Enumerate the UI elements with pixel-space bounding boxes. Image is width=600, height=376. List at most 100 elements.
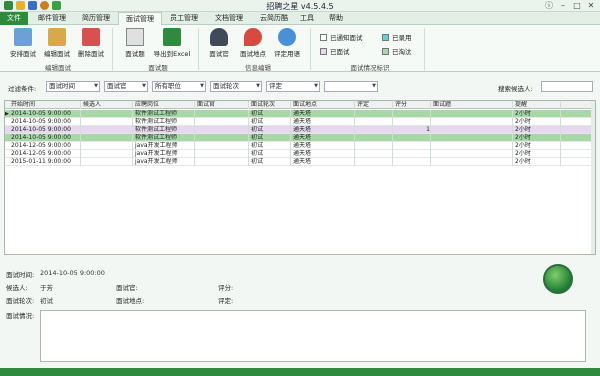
- table-cell: [393, 118, 431, 126]
- table-cell: 2小时: [513, 158, 561, 166]
- filter-rating-select[interactable]: 评定 ▼: [266, 81, 320, 92]
- column-header[interactable]: 面试官: [195, 101, 249, 109]
- filter-time-select[interactable]: 面试时间 ▼: [46, 81, 100, 92]
- filter-extra-select[interactable]: ▼: [324, 81, 378, 92]
- table-cell: 2小时: [513, 134, 561, 142]
- filter-round-select[interactable]: 面试轮次 ▼: [210, 81, 262, 92]
- search-label: 搜索候选人:: [498, 85, 533, 93]
- table-cell: [81, 142, 133, 150]
- group-label-edit: 编辑面试: [45, 64, 71, 72]
- delete-icon: [82, 28, 100, 46]
- tab-help[interactable]: 帮助: [324, 12, 348, 25]
- table-cell: [81, 118, 133, 126]
- column-header[interactable]: 评分: [393, 101, 431, 109]
- title-bar: 招聘之星 v4.5.4.5 ⓘ – □ ✕: [0, 0, 600, 12]
- table-cell: 2小时: [513, 142, 561, 150]
- status-bar: [0, 368, 600, 376]
- table-row[interactable]: 2014-12-05 9:00:00 java开发工程师 初试 通天塔 2小时: [5, 150, 593, 158]
- interviewer-button[interactable]: 面试官: [202, 28, 236, 58]
- table-row[interactable]: 2014-10-05 9:00:00 软件测试工程师 初试 通天塔 2小时: [5, 134, 593, 142]
- legend-swatch: [320, 47, 327, 55]
- column-header[interactable]: 开始时间: [9, 101, 81, 109]
- legend-interviewed: 已面试: [320, 46, 350, 56]
- table-cell: 通天塔: [291, 142, 355, 150]
- table-cell: 通天塔: [291, 110, 355, 118]
- table-row[interactable]: 2015-01-11 9:00:00 java开发工程师 初试 通天塔 2小时: [5, 158, 593, 166]
- legend-hired: 已录用: [382, 32, 412, 42]
- table-scrollbar[interactable]: [591, 101, 595, 254]
- rating-terms-button[interactable]: 评定用语: [270, 28, 304, 58]
- filter-interviewer-select[interactable]: 面试官 ▼: [104, 81, 148, 92]
- notes-textarea[interactable]: [40, 310, 586, 362]
- table-cell: 通天塔: [291, 118, 355, 126]
- table-cell: [355, 118, 393, 126]
- delete-interview-button[interactable]: 删除面试: [74, 28, 108, 58]
- table-cell: [195, 134, 249, 142]
- table-cell: 初试: [249, 150, 291, 158]
- table-cell: [393, 150, 431, 158]
- table-cell: 软件测试工程师: [133, 110, 195, 118]
- tab-mail[interactable]: 邮件管理: [32, 12, 72, 25]
- app-logo: [543, 264, 573, 294]
- table-row[interactable]: 2014-12-05 9:00:00 java开发工程师 初试 通天塔 2小时: [5, 142, 593, 150]
- info-icon[interactable]: ⓘ: [544, 1, 554, 10]
- minimize-button[interactable]: –: [558, 1, 568, 10]
- tab-documents[interactable]: 文档管理: [208, 12, 250, 25]
- table-cell: [393, 158, 431, 166]
- table-cell: 2014-12-05 9:00:00: [9, 150, 81, 158]
- person-icon: [210, 28, 228, 46]
- ribbon: 安排面试 编辑面试 删除面试 编辑面试 面试题 导出到Excel 面试题 面试官…: [0, 25, 600, 72]
- search-candidate-input[interactable]: [541, 81, 593, 92]
- tab-employee[interactable]: 员工管理: [164, 12, 204, 25]
- column-header[interactable]: 应聘岗位: [133, 101, 195, 109]
- edit-interview-button[interactable]: 编辑面试: [40, 28, 74, 58]
- table-row[interactable]: 2014-10-05 9:00:00 软件测试工程师 初试 通天塔 1 2小时: [5, 126, 593, 134]
- tab-cloud-resume[interactable]: 云简历酷: [254, 12, 294, 25]
- table-cell: 软件测试工程师: [133, 126, 195, 134]
- calendar-icon: [14, 28, 32, 46]
- column-header[interactable]: 候选人: [81, 101, 133, 109]
- table-cell: 通天塔: [291, 134, 355, 142]
- table-cell: 通天塔: [291, 126, 355, 134]
- chat-icon: [278, 28, 296, 46]
- legend-swatch: [382, 33, 389, 41]
- column-header[interactable]: 评定: [355, 101, 393, 109]
- export-excel-button[interactable]: 导出到Excel: [152, 28, 192, 58]
- close-button[interactable]: ✕: [586, 1, 596, 10]
- group-label-info: 信息编辑: [245, 64, 271, 72]
- table-header: 开始时间 候选人 应聘岗位 面试官 面试轮次 面试地点 评定 评分 面试题 提醒: [5, 101, 593, 109]
- tab-resume[interactable]: 简历管理: [76, 12, 116, 25]
- table-row[interactable]: ▶ 2014-10-05 9:00:00 软件测试工程师 初试 通天塔 2小时: [5, 110, 593, 118]
- table-cell: [431, 150, 513, 158]
- table-cell: 2014-12-05 9:00:00: [9, 142, 81, 150]
- table-cell: [195, 142, 249, 150]
- table-cell: 2014-10-05 9:00:00: [9, 126, 81, 134]
- column-header[interactable]: 面试地点: [291, 101, 355, 109]
- tab-tools[interactable]: 工具: [296, 12, 318, 25]
- schedule-interview-button[interactable]: 安排面试: [6, 28, 40, 58]
- location-button[interactable]: 面试地点: [236, 28, 270, 58]
- table-row[interactable]: 2014-10-05 9:00:00 软件测试工程师 初试 通天塔 2小时: [5, 118, 593, 126]
- tab-file[interactable]: 文件: [0, 12, 28, 25]
- table-cell: [431, 110, 513, 118]
- column-header[interactable]: 面试轮次: [249, 101, 291, 109]
- tab-interview[interactable]: 面试管理: [118, 12, 162, 26]
- column-header[interactable]: 面试题: [431, 101, 513, 109]
- legend-swatch: [320, 33, 327, 41]
- table-cell: 2014-10-05 9:00:00: [9, 134, 81, 142]
- filter-position-select[interactable]: 所有职位 ▼: [152, 81, 206, 92]
- legend-swatch: [382, 47, 389, 55]
- rating-label: 评定:: [218, 297, 234, 305]
- table-cell: [195, 110, 249, 118]
- table-cell: [431, 142, 513, 150]
- maximize-button[interactable]: □: [572, 1, 582, 10]
- score-label: 评分:: [218, 284, 234, 292]
- location-pin-icon: [244, 28, 262, 46]
- round-label: 面试轮次:: [6, 297, 35, 305]
- questions-button[interactable]: 面试题: [118, 28, 152, 58]
- column-header[interactable]: 提醒: [513, 101, 561, 109]
- legend-notified: 已通知面试: [320, 32, 363, 42]
- table-cell: java开发工程师: [133, 158, 195, 166]
- table-cell: [195, 126, 249, 134]
- table-cell: java开发工程师: [133, 150, 195, 158]
